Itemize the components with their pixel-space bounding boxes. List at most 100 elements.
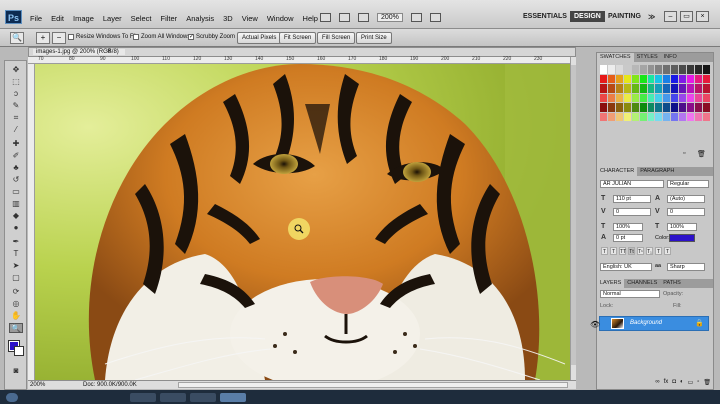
color-swatch[interactable]	[623, 112, 631, 121]
color-swatch[interactable]	[600, 65, 607, 74]
arrange-documents-icon[interactable]	[410, 13, 422, 22]
color-swatch[interactable]	[615, 84, 623, 93]
quick-select-tool-icon[interactable]: ✎	[9, 101, 23, 111]
new-group-icon[interactable]: ▭	[688, 379, 694, 388]
screen-mode-icon[interactable]	[429, 13, 441, 22]
strikethrough-button[interactable]: T	[664, 247, 671, 255]
workspace-design[interactable]: DESIGN	[570, 11, 605, 22]
clone-stamp-tool-icon[interactable]: ♣	[9, 163, 23, 173]
workspace-painting[interactable]: PAINTING	[608, 13, 641, 20]
superscript-button[interactable]: T¹	[637, 247, 644, 255]
lasso-tool-icon[interactable]: ↄ	[9, 89, 23, 99]
tab-channels[interactable]: CHANNELS	[624, 279, 660, 288]
background-color-swatch[interactable]	[14, 346, 24, 356]
color-swatch[interactable]	[615, 74, 623, 83]
color-swatch[interactable]	[600, 93, 607, 102]
color-swatch[interactable]	[639, 103, 647, 112]
color-swatch[interactable]	[663, 103, 671, 112]
pen-tool-icon[interactable]: ✒	[9, 237, 23, 247]
scrollbar-thumb[interactable]	[571, 65, 576, 365]
blur-tool-icon[interactable]: ◆	[9, 211, 23, 221]
horizontal-scrollbar[interactable]	[178, 382, 568, 388]
subscript-button[interactable]: T₁	[646, 247, 653, 255]
color-swatch[interactable]	[647, 112, 655, 121]
zoom-out-icon[interactable]: −	[52, 32, 66, 44]
link-layers-icon[interactable]: ∞	[655, 379, 659, 388]
history-brush-tool-icon[interactable]: ↺	[9, 175, 23, 185]
color-swatch[interactable]	[615, 103, 623, 112]
zoom-tool-active-icon[interactable]: 🔍	[9, 323, 23, 333]
color-swatch[interactable]	[647, 103, 655, 112]
color-swatch[interactable]	[639, 74, 647, 83]
color-swatch[interactable]	[631, 93, 639, 102]
zoom-all-windows-checkbox[interactable]: Zoom All Windows	[133, 34, 190, 40]
color-swatch[interactable]	[671, 103, 679, 112]
color-swatch[interactable]	[607, 84, 615, 93]
color-swatch[interactable]	[679, 84, 687, 93]
color-swatch[interactable]	[607, 93, 615, 102]
menu-image[interactable]: Image	[73, 14, 100, 23]
menu-file[interactable]: File	[30, 14, 48, 23]
color-swatch[interactable]	[687, 112, 695, 121]
color-swatch[interactable]	[639, 84, 647, 93]
dodge-tool-icon[interactable]: ●	[9, 223, 23, 233]
layer-row-background[interactable]: 👁 Background 🔒	[590, 316, 709, 331]
more-workspaces-button[interactable]: ≫	[648, 13, 655, 21]
color-swatch[interactable]	[703, 103, 710, 112]
color-swatch[interactable]	[671, 93, 679, 102]
color-swatch[interactable]	[607, 74, 615, 83]
color-swatch[interactable]	[703, 65, 710, 74]
zoom-in-icon[interactable]: +	[36, 32, 50, 44]
menu-select[interactable]: Select	[131, 14, 158, 23]
menu-analysis[interactable]: Analysis	[186, 14, 220, 23]
color-swatch[interactable]	[687, 103, 695, 112]
color-swatch[interactable]	[639, 112, 647, 121]
fit-screen-button[interactable]: Fit Screen	[279, 32, 317, 44]
color-swatch[interactable]	[639, 93, 647, 102]
fill-screen-button[interactable]: Fill Screen	[317, 32, 356, 44]
scrubby-zoom-checkbox[interactable]: ✓ Scrubby Zoom	[188, 34, 235, 40]
gradient-tool-icon[interactable]: ▥	[9, 199, 23, 209]
color-swatch[interactable]	[600, 74, 607, 83]
menu-edit[interactable]: Edit	[51, 14, 70, 23]
tab-swatches[interactable]: SWATCHES	[597, 53, 634, 62]
horizontal-scale-field[interactable]: 100%	[667, 223, 697, 231]
print-size-button[interactable]: Print Size	[356, 32, 392, 44]
vertical-scale-field[interactable]: 100%	[613, 223, 643, 231]
color-swatch[interactable]	[600, 112, 607, 121]
baseline-shift-field[interactable]: 0 pt	[613, 234, 643, 242]
move-tool-icon[interactable]: ✥	[9, 65, 23, 75]
color-swatch[interactable]	[679, 65, 687, 74]
color-swatch[interactable]	[695, 93, 703, 102]
eye-icon[interactable]: 👁	[590, 320, 600, 329]
taskbar-app[interactable]	[130, 393, 156, 402]
color-swatch[interactable]	[607, 112, 615, 121]
tab-info[interactable]: INFO	[661, 53, 680, 62]
taskbar-app[interactable]	[190, 393, 216, 402]
font-size-field[interactable]: 110 pt	[613, 195, 651, 203]
layer-mask-icon[interactable]: ◘	[672, 379, 676, 388]
all-caps-button[interactable]: TT	[619, 247, 626, 255]
color-swatch[interactable]	[623, 93, 631, 102]
close-icon[interactable]: ×	[696, 11, 709, 22]
color-swatch[interactable]	[663, 93, 671, 102]
color-swatch[interactable]	[703, 74, 710, 83]
tab-character[interactable]: CHARACTER	[597, 167, 638, 176]
3d-orbit-tool-icon[interactable]: ◎	[9, 299, 23, 309]
color-swatch[interactable]	[655, 112, 663, 121]
color-swatch[interactable]	[663, 65, 671, 74]
color-swatch[interactable]	[655, 93, 663, 102]
mini-bridge-icon[interactable]	[339, 13, 350, 22]
color-swatch[interactable]	[647, 65, 655, 74]
color-swatch[interactable]	[671, 112, 679, 121]
color-swatch[interactable]	[615, 93, 623, 102]
menu-filter[interactable]: Filter	[161, 14, 184, 23]
layer-style-icon[interactable]: fx	[664, 379, 669, 388]
color-swatch[interactable]	[687, 84, 695, 93]
color-swatch[interactable]	[655, 74, 663, 83]
new-layer-icon[interactable]: ▫	[697, 379, 699, 388]
tab-styles[interactable]: STYLES	[634, 53, 661, 62]
color-swatch[interactable]	[655, 65, 663, 74]
color-swatch[interactable]	[631, 65, 639, 74]
marquee-tool-icon[interactable]: ⬚	[9, 77, 23, 87]
